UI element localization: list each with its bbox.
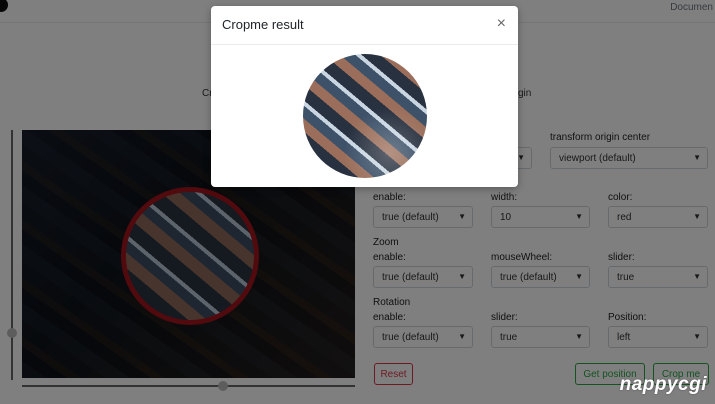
close-icon[interactable]: × (497, 15, 506, 33)
modal-title: Cropme result (222, 17, 304, 32)
cropped-result-image (303, 54, 427, 178)
cropme-result-modal: Cropme result × (211, 6, 518, 187)
modal-header: Cropme result × (211, 6, 518, 45)
watermark-logo: nappycgi (619, 374, 707, 395)
